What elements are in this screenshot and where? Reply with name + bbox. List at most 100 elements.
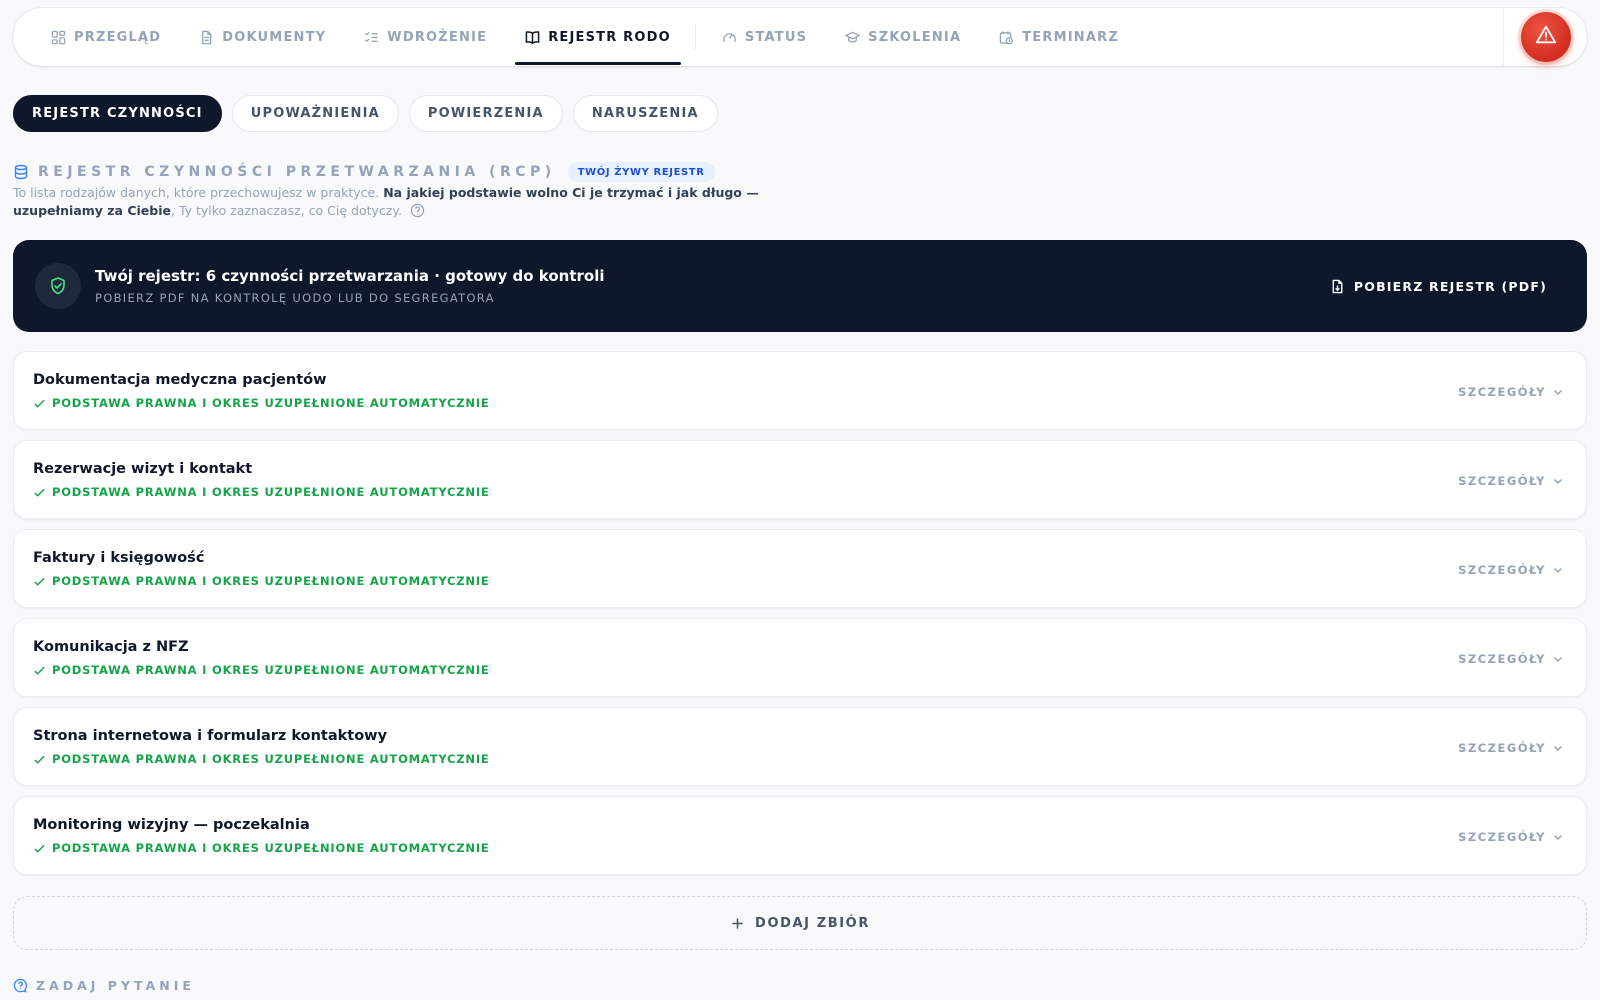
subtab-powierzenia[interactable]: POWIERZENIA [408,95,563,132]
chevron-down-icon [1552,564,1564,576]
details-label: SZCZEGÓŁY [1458,562,1546,577]
nav-tab-szkolenia[interactable]: SZKOLENIA [835,8,971,66]
banner-title: Twój rejestr: 6 czynności przetwarzania … [95,267,605,285]
nav-tab-terminarz[interactable]: TERMINARZ [989,8,1129,66]
activity-status: PODSTAWA PRAWNA I OKRES UZUPEŁNIONE AUTO… [33,841,490,855]
check-icon [33,397,46,410]
details-toggle[interactable]: SZCZEGÓŁY [1458,708,1564,787]
activity-status-label: PODSTAWA PRAWNA I OKRES UZUPEŁNIONE AUTO… [52,396,490,410]
activity-title: Monitoring wizyjny — poczekalnia [33,817,310,833]
book-icon [525,30,540,45]
activity-card[interactable]: Monitoring wizyjny — poczekalnia PODSTAW… [13,796,1587,875]
add-set-button[interactable]: DODAJ ZBIÓR [13,896,1587,950]
nav-tab-label: TERMINARZ [1022,29,1119,45]
check-icon [33,664,46,677]
section-title: REJESTR CZYNNOŚCI PRZETWARZANIA (RCP) [38,164,556,180]
main-nav: PRZEGLĄD DOKUMENTY WDROŻENIE REJESTR ROD… [13,8,1587,66]
subtab-rejestr-czynnosci[interactable]: REJESTR CZYNNOŚCI [13,95,222,132]
nav-tab-label: PRZEGLĄD [74,29,162,45]
details-label: SZCZEGÓŁY [1458,384,1546,399]
chevron-down-icon [1552,475,1564,487]
nav-tab-label: REJESTR RODO [548,29,671,45]
check-icon [33,842,46,855]
activity-title: Faktury i księgowość [33,550,205,566]
chevron-down-icon [1552,831,1564,843]
nav-tab-przeglad[interactable]: PRZEGLĄD [41,8,171,66]
nav-tab-dokumenty[interactable]: DOKUMENTY [189,8,336,66]
nav-tab-label: SZKOLENIA [868,29,962,45]
activity-title: Dokumentacja medyczna pacjentów [33,372,327,388]
help-icon[interactable] [410,203,425,218]
details-toggle[interactable]: SZCZEGÓŁY [1458,797,1564,876]
activity-status: PODSTAWA PRAWNA I OKRES UZUPEŁNIONE AUTO… [33,752,490,766]
activity-title: Komunikacja z NFZ [33,639,189,655]
calendar-clock-icon [999,30,1014,45]
banner-subtitle: POBIERZ PDF NA KONTROLĘ UODO LUB DO SEGR… [95,291,495,305]
activity-card[interactable]: Dokumentacja medyczna pacjentów PODSTAWA… [13,351,1587,430]
activity-list: Dokumentacja medyczna pacjentów PODSTAWA… [13,351,1587,885]
chevron-down-icon [1552,742,1564,754]
file-download-icon [1330,279,1345,294]
activity-status: PODSTAWA PRAWNA I OKRES UZUPEŁNIONE AUTO… [33,574,490,588]
warning-triangle-icon [1535,24,1557,50]
details-toggle[interactable]: SZCZEGÓŁY [1458,619,1564,698]
activity-status: PODSTAWA PRAWNA I OKRES UZUPEŁNIONE AUTO… [33,663,490,677]
activity-card[interactable]: Komunikacja z NFZ PODSTAWA PRAWNA I OKRE… [13,618,1587,697]
details-label: SZCZEGÓŁY [1458,651,1546,666]
live-register-badge: TWÓJ ŻYWY REJESTR [567,162,715,182]
nav-tab-wdrozenie[interactable]: WDROŻENIE [354,8,497,66]
subtab-naruszenia[interactable]: NARUSZENIA [572,95,718,132]
subtab-upowaznienia[interactable]: UPOWAŻNIENIA [231,95,399,132]
download-register-pdf-button[interactable]: POBIERZ REJESTR (PDF) [1330,240,1547,332]
details-label: SZCZEGÓŁY [1458,829,1546,844]
activity-status-label: PODSTAWA PRAWNA I OKRES UZUPEŁNIONE AUTO… [52,752,490,766]
check-icon [33,575,46,588]
details-toggle[interactable]: SZCZEGÓŁY [1458,352,1564,431]
register-ready-banner: Twój rejestr: 6 czynności przetwarzania … [13,240,1587,332]
details-toggle[interactable]: SZCZEGÓŁY [1458,530,1564,609]
register-subtabs: REJESTR CZYNNOŚCI UPOWAŻNIENIA POWIERZEN… [13,95,718,132]
nav-tab-label: STATUS [744,29,808,45]
nav-tab-label: DOKUMENTY [222,29,327,45]
chevron-down-icon [1552,386,1564,398]
ask-question-label: ZADAJ PYTANIE [36,978,195,993]
grid-icon [51,30,66,45]
nav-right [1503,8,1587,66]
activity-card[interactable]: Faktury i księgowość PODSTAWA PRAWNA I O… [13,529,1587,608]
activity-title: Strona internetowa i formularz kontaktow… [33,728,388,744]
add-set-label: DODAJ ZBIÓR [755,915,870,931]
download-button-label: POBIERZ REJESTR (PDF) [1353,278,1547,294]
question-bubble-icon [13,978,28,993]
alert-button[interactable] [1520,12,1571,62]
check-icon [33,753,46,766]
chevron-down-icon [1552,653,1564,665]
activity-status: PODSTAWA PRAWNA I OKRES UZUPEŁNIONE AUTO… [33,396,490,410]
activity-status-label: PODSTAWA PRAWNA I OKRES UZUPEŁNIONE AUTO… [52,841,490,855]
description-text: To lista rodzajów danych, które przechow… [13,185,380,200]
section-header: REJESTR CZYNNOŚCI PRZETWARZANIA (RCP) TW… [13,162,715,182]
nav-tab-label: WDROŻENIE [387,29,488,45]
details-label: SZCZEGÓŁY [1458,473,1546,488]
activity-status-label: PODSTAWA PRAWNA I OKRES UZUPEŁNIONE AUTO… [52,574,490,588]
activity-status: PODSTAWA PRAWNA I OKRES UZUPEŁNIONE AUTO… [33,485,490,499]
graduation-cap-icon [845,30,861,45]
ask-question-link[interactable]: ZADAJ PYTANIE [13,978,195,993]
activity-card[interactable]: Rezerwacje wizyt i kontakt PODSTAWA PRAW… [13,440,1587,519]
shield-check-icon [35,263,81,309]
check-icon [33,486,46,499]
activity-title: Rezerwacje wizyt i kontakt [33,461,253,477]
nav-items: PRZEGLĄD DOKUMENTY WDROŻENIE REJESTR ROD… [13,8,1147,66]
details-toggle[interactable]: SZCZEGÓŁY [1458,441,1564,520]
gauge-icon [722,30,737,45]
details-label: SZCZEGÓŁY [1458,740,1546,755]
activity-card[interactable]: Strona internetowa i formularz kontaktow… [13,707,1587,786]
nav-tab-rejestr-rodo[interactable]: REJESTR RODO [515,8,681,66]
banner-text: Twój rejestr: 6 czynności przetwarzania … [95,267,605,305]
section-description: To lista rodzajów danych, które przechow… [13,184,773,220]
nav-divider [694,25,696,49]
nav-tab-status[interactable]: STATUS [712,8,817,66]
checklist-icon [364,30,379,45]
plus-icon [730,916,745,931]
activity-status-label: PODSTAWA PRAWNA I OKRES UZUPEŁNIONE AUTO… [52,663,490,677]
description-text-end: , Ty tylko zaznaczasz, co Cię dotyczy. [171,203,402,218]
